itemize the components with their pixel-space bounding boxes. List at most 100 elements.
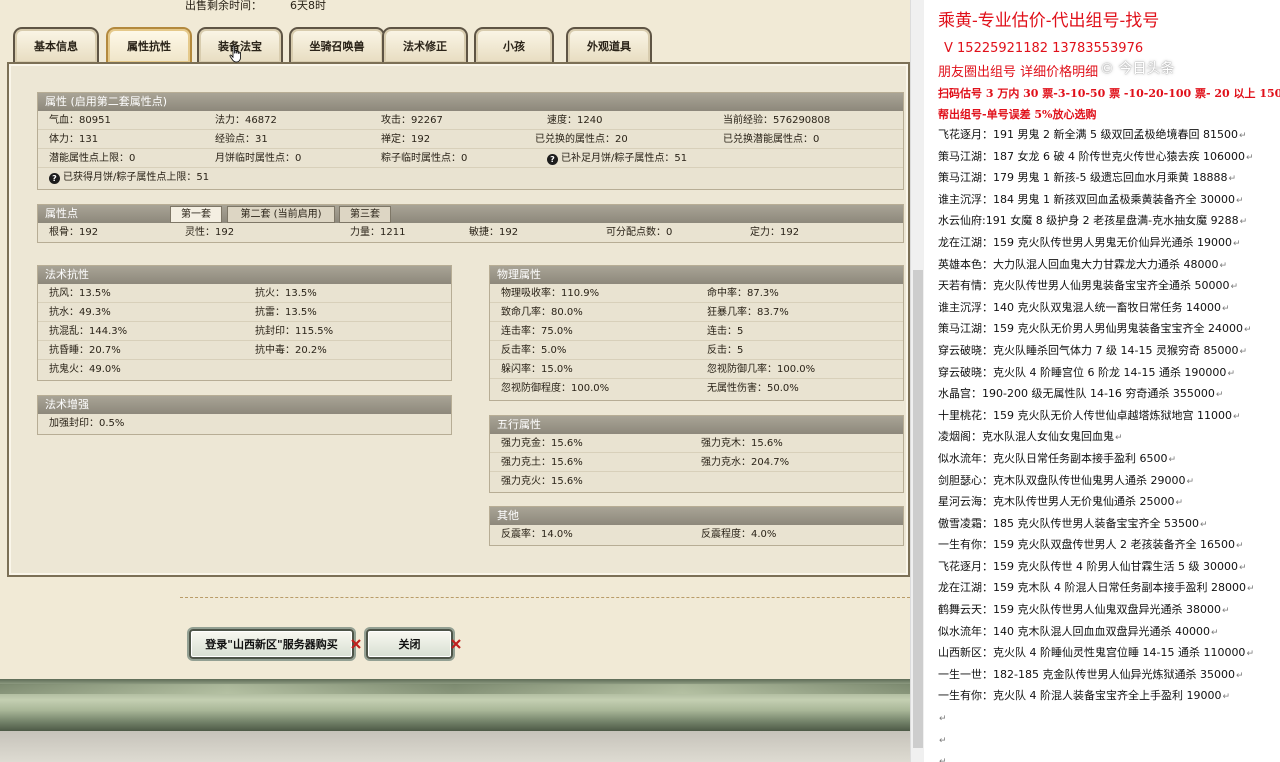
list-item: 穿云破晓：克火队睡杀回气体力 7 级 14-15 灵猴穷奇 85000↵ [938, 340, 1280, 362]
scrollbar-thumb[interactable] [913, 270, 923, 748]
attr-hp: 气血：80951 [49, 115, 111, 126]
spell-resist-row: 抗水：49.3% 抗雷：13.5% [38, 303, 451, 322]
point-focus: 定力：192 [750, 227, 800, 238]
resist-sleep: 抗昏睡：20.7% [49, 345, 121, 356]
tab-basic-info[interactable]: 基本信息 [13, 27, 99, 63]
attributes-row: 气血：80951 法力：46872 攻击：92267 速度：1240 当前经验：… [38, 111, 903, 130]
tab-label: 基本信息 [34, 40, 78, 53]
close-button[interactable]: 关闭 [366, 629, 453, 659]
element-row: 强力克土：15.6% 强力克水：204.7% [490, 453, 903, 472]
phys-absorb: 物理吸收率：110.9% [501, 288, 600, 299]
attr-speed: 速度：1240 [547, 115, 603, 126]
tab-spell-correction[interactable]: 法术修正 [382, 27, 468, 63]
resist-chaos: 抗混乱：144.3% [49, 326, 128, 337]
return-mark-icon: ↵ [1246, 584, 1255, 595]
question-icon[interactable]: ? [547, 154, 558, 165]
return-mark-icon: ↵ [1238, 131, 1247, 141]
attr-mooncake-temp: 月饼临时属性点：0 [215, 153, 302, 164]
phys-crit: 致命几率：80.0% [501, 307, 583, 318]
other-row: 反震率：14.0% 反震程度：4.0% [490, 525, 903, 544]
phys-counter-rate: 反击率：5.0% [501, 345, 567, 356]
phys-combo-rate: 连击率：75.0% [501, 326, 573, 337]
point-agility: 敏捷：192 [469, 227, 519, 238]
listing-text: 策马江湖：187 女龙 6 破 4 阶传世克火传世心猿去疾 106000 [938, 149, 1245, 163]
attr-obtained-cap: ? 已获得月饼/粽子属性点上限：51 [49, 168, 209, 187]
resist-fire: 抗火：13.5% [255, 288, 317, 299]
tab-attributes-resist[interactable]: 属性抗性 [106, 27, 192, 63]
ad-scan-pricing: 扫码估号 3 万内 30 票-3-10-50 票 -10-20-100 票- 2… [938, 87, 1280, 100]
attributes-section: 属性 (启用第二套属性点) 气血：80951 法力：46872 攻击：92267… [37, 92, 904, 190]
list-item: 飞花逐月：159 克火队传世 4 阶男人仙甘霖生活 5 级 30000↵ [938, 556, 1280, 578]
listing-text: 谁主沉浮：184 男鬼 1 新孩双回血孟极乘黄装备齐全 30000 [938, 192, 1235, 206]
listing-text: 策马江湖：159 克火队无价男人男仙男鬼装备宝宝齐全 24000 [938, 322, 1243, 336]
other-reflect-rate: 反震率：14.0% [501, 529, 573, 540]
tab-label: 小孩 [503, 40, 525, 53]
listing-text: 策马江湖：179 男鬼 1 新孩-5 级遗忘回血水月乘黄 18888 [938, 171, 1228, 185]
tab-appearance-items[interactable]: 外观道具 [566, 27, 652, 63]
return-mark-icon: ↵ [1235, 195, 1244, 206]
listing-text: 飞花逐月：159 克火队传世 4 阶男人仙甘霖生活 5 级 30000 [938, 559, 1238, 573]
tab-child[interactable]: 小孩 [474, 27, 554, 63]
list-item-empty: ↵ [938, 729, 1280, 751]
list-item: 飞花逐月：191 男鬼 2 新全满 5 级双回孟极绝境春回 81500↵ [938, 124, 1280, 146]
elem-earth: 强力克土：15.6% [501, 457, 583, 468]
return-mark-icon: ↵ [1246, 649, 1254, 660]
list-item: 龙在江湖：159 克火队传世男人男鬼无价仙异光通杀 19000↵ [938, 232, 1280, 254]
other-reflect-degree: 反震程度：4.0% [701, 529, 777, 540]
physical-attributes-title: 物理属性 [490, 266, 903, 284]
return-mark-icon: ↵ [1219, 260, 1228, 271]
ad-circle-note: 朋友圈出组号 详细价格明细 [938, 65, 1099, 80]
attributes-row: 潜能属性点上限：0 月饼临时属性点：0 粽子临时属性点：0 ? 已补足月饼/粽子属… [38, 149, 903, 168]
listing-text: 飞花逐月：191 男鬼 2 新全满 5 级双回孟极绝境春回 81500 [938, 128, 1238, 141]
return-mark-icon: ↵ [1175, 498, 1184, 509]
return-mark-icon: ↵ [1115, 433, 1123, 444]
spell-resistance-title: 法术抗性 [38, 266, 451, 284]
phys-hit: 命中率：87.3% [707, 288, 779, 299]
sale-time-label: 出售剩余时间： [185, 0, 262, 12]
tab-mount-summon[interactable]: 坐骑召唤兽 [289, 27, 385, 63]
listing-text: 似水流年：克火队日常任务副本接手盈利 6500 [938, 451, 1168, 465]
listing-text: 穿云破晓：克火队睡杀回气体力 7 级 14-15 灵猴穷奇 85000 [938, 343, 1239, 357]
list-item-empty: ↵ [938, 750, 1280, 762]
spell-boost-section: 法术增强 加强封印：0.5% [37, 395, 452, 435]
tab-point-set-2[interactable]: 第二套 (当前启用) [227, 206, 335, 223]
list-item: 策马江湖：179 男鬼 1 新孩-5 级遗忘回血水月乘黄 18888↵ [938, 167, 1280, 189]
sale-time-value: 6天8时 [290, 0, 326, 12]
point-constitution: 根骨：192 [49, 227, 99, 238]
other-title: 其他 [490, 507, 903, 525]
question-icon[interactable]: ? [49, 173, 60, 184]
list-item: 英雄本色：大力队混人回血鬼大力甘霖龙大力通杀 48000↵ [938, 254, 1280, 276]
listing-text: 剑胆瑟心：克木队双盘队传世仙鬼男人通杀 29000 [938, 473, 1186, 487]
list-item: 似水流年：克火队日常任务副本接手盈利 6500↵ [938, 448, 1280, 470]
listing-text: 水晶宫：190-200 级无属性队 14-16 穷奇通杀 355000 [938, 387, 1215, 401]
ad-guarantee: 帮出组号-单号误差 5%放心选购 [938, 108, 1097, 121]
phys-dodge: 躲闪率：15.0% [501, 364, 573, 375]
tab-label: 属性抗性 [127, 40, 171, 53]
return-mark-icon: ↵ [1210, 627, 1219, 638]
list-item: 谁主沉浮：140 克火队双鬼混人统一畜牧日常任务 14000↵ [938, 297, 1280, 319]
tab-label: 法术修正 [403, 40, 447, 53]
tab-point-set-3[interactable]: 第三套 [339, 206, 391, 223]
sale-remaining-time: 出售剩余时间： 6天8时 [185, 0, 326, 13]
return-mark-icon: ↵ [1227, 368, 1235, 379]
listing-text: 山西新区：克火队 4 阶睡仙灵性鬼宫位睡 14-15 通杀 110000 [938, 646, 1246, 660]
attr-stamina: 体力：131 [49, 134, 99, 145]
listing-text: 傲雪凌霜：185 克火队传世男人装备宝宝齐全 53500 [938, 516, 1199, 530]
tab-point-set-1[interactable]: 第一套 [170, 206, 222, 223]
elem-metal: 强力克金：15.6% [501, 438, 583, 449]
hand-cursor-icon [229, 45, 241, 63]
attr-exp-points: 经验点：31 [215, 134, 268, 145]
attr-supplemented-points: ? 已补足月饼/粽子属性点：51 [547, 149, 687, 168]
listing-text: 一生一世：182-185 克金队传世男人仙异光炼狱通杀 35000 [938, 667, 1235, 681]
listing-text: 英雄本色：大力队混人回血鬼大力甘霖龙大力通杀 48000 [938, 257, 1219, 271]
tab-label: 坐骑召唤兽 [309, 40, 365, 53]
vertical-scrollbar[interactable] [910, 0, 924, 762]
list-item: 似水流年：140 克木队混人回血血双盘异光通杀 40000↵ [938, 621, 1280, 643]
listing-text: 星河云海：克木队传世男人无价鬼仙通杀 25000 [938, 495, 1175, 509]
phys-frenzy: 狂暴几率：83.7% [707, 307, 789, 318]
login-buy-button[interactable]: 登录"山西新区"服务器购买 [189, 629, 354, 659]
element-row: 强力克金：15.6% 强力克木：15.6% [490, 434, 903, 453]
listing-text: 一生有你：159 克火队双盘传世男人 2 老孩装备齐全 16500 [938, 538, 1235, 552]
cross-ornament-icon [451, 639, 461, 649]
listing-text: 十里桃花：159 克火队无价人传世仙卓越塔炼狱地宫 11000 [938, 408, 1232, 422]
